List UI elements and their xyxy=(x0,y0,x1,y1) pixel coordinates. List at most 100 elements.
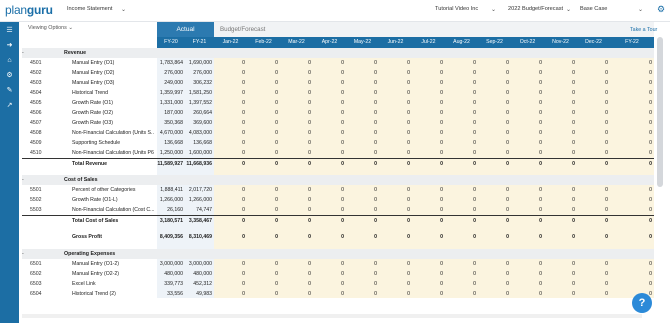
cell-value[interactable]: 0 xyxy=(214,279,245,289)
cell-value[interactable]: 0 xyxy=(214,269,245,279)
cell-value[interactable]: 0 xyxy=(511,195,542,205)
settings-gear-icon[interactable]: ⚙ xyxy=(657,4,667,14)
cell-value[interactable]: 0 xyxy=(247,98,278,108)
cell-value[interactable]: 0 xyxy=(313,159,344,169)
cell-value[interactable]: 0 xyxy=(313,128,344,138)
cell-value[interactable]: 0 xyxy=(214,98,245,108)
cell-value[interactable]: 0 xyxy=(280,232,311,242)
cell-value[interactable]: 0 xyxy=(247,289,278,298)
cell-value[interactable]: 0 xyxy=(445,159,476,169)
cell-value[interactable]: 0 xyxy=(346,269,377,279)
cell-value[interactable]: 0 xyxy=(610,205,652,215)
cell-value[interactable]: 0 xyxy=(214,118,245,128)
cell-value[interactable]: 0 xyxy=(511,108,542,118)
cell-value[interactable]: 0 xyxy=(313,138,344,148)
cell-value[interactable]: 0 xyxy=(379,259,410,269)
cell-value[interactable]: 0 xyxy=(214,128,245,138)
cell-value[interactable]: 0 xyxy=(346,68,377,78)
cell-value[interactable]: 0 xyxy=(412,289,443,298)
cell-value[interactable]: 0 xyxy=(610,159,652,169)
table-row[interactable]: 5502 Growth Rate (O1-L) 1,266,000 1,266,000… xyxy=(22,195,654,205)
table-row[interactable]: 5501 Percent of other Categories 1,888,411… xyxy=(22,185,654,195)
cell-value[interactable]: 0 xyxy=(478,205,509,215)
cell-value[interactable]: 0 xyxy=(346,118,377,128)
cell-value[interactable]: 0 xyxy=(346,279,377,289)
help-button[interactable]: ? xyxy=(632,293,652,313)
cell-value[interactable]: 0 xyxy=(478,98,509,108)
cell-value[interactable]: 0 xyxy=(313,279,344,289)
cell-value[interactable]: 0 xyxy=(544,195,575,205)
cell-value[interactable]: 0 xyxy=(445,289,476,298)
cell-value[interactable]: 0 xyxy=(280,289,311,298)
cell-value[interactable]: 0 xyxy=(214,232,245,242)
cell-value[interactable]: 0 xyxy=(313,259,344,269)
cell-value[interactable]: 0 xyxy=(610,118,652,128)
cell-value[interactable]: 0 xyxy=(610,195,652,205)
cell-value[interactable]: 0 xyxy=(610,185,652,195)
cell-value[interactable]: 0 xyxy=(577,118,608,128)
cell-value[interactable]: 0 xyxy=(577,289,608,298)
cell-value[interactable]: 0 xyxy=(610,279,652,289)
cell-value[interactable]: 0 xyxy=(346,159,377,169)
cell-value[interactable]: 0 xyxy=(313,205,344,215)
cell-value[interactable]: 0 xyxy=(247,216,278,226)
cell-value[interactable]: 0 xyxy=(280,138,311,148)
cell-value[interactable]: 0 xyxy=(379,58,410,68)
cell-value[interactable]: 0 xyxy=(346,289,377,298)
cell-value[interactable]: 0 xyxy=(478,289,509,298)
cell-value[interactable]: 0 xyxy=(247,148,278,158)
cell-value[interactable]: 0 xyxy=(478,195,509,205)
cell-value[interactable]: 0 xyxy=(445,195,476,205)
cell-value[interactable]: 0 xyxy=(379,148,410,158)
cell-value[interactable]: 0 xyxy=(346,88,377,98)
chevron-down-icon[interactable]: ⌄ xyxy=(566,6,571,13)
cell-value[interactable]: 0 xyxy=(445,269,476,279)
cell-value[interactable]: 0 xyxy=(379,289,410,298)
cell-value[interactable]: 0 xyxy=(577,88,608,98)
cell-value[interactable]: 0 xyxy=(247,279,278,289)
cell-value[interactable]: 0 xyxy=(379,269,410,279)
table-row[interactable]: 4501 Manual Entry (O1) 1,783,864 1,690,000 0… xyxy=(22,58,654,68)
table-row[interactable]: 4506 Growth Rate (O2) 187,000 260,664 0 0 0 0 0 0… xyxy=(22,108,654,118)
cell-value[interactable]: 0 xyxy=(313,232,344,242)
cell-value[interactable]: 0 xyxy=(610,269,652,279)
cell-value[interactable]: 0 xyxy=(412,118,443,128)
cell-value[interactable]: 0 xyxy=(511,128,542,138)
cell-value[interactable]: 0 xyxy=(280,205,311,215)
cell-value[interactable]: 0 xyxy=(379,88,410,98)
cell-value[interactable]: 0 xyxy=(544,232,575,242)
cell-value[interactable]: 0 xyxy=(280,269,311,279)
cell-value[interactable]: 0 xyxy=(511,98,542,108)
cell-value[interactable]: 0 xyxy=(544,205,575,215)
cell-value[interactable]: 0 xyxy=(577,259,608,269)
cell-value[interactable]: 0 xyxy=(478,269,509,279)
cell-value[interactable]: 0 xyxy=(346,78,377,88)
cell-value[interactable]: 0 xyxy=(346,128,377,138)
viewing-options[interactable]: Viewing Options ⌄ xyxy=(28,25,73,31)
cell-value[interactable]: 0 xyxy=(544,185,575,195)
cell-value[interactable]: 0 xyxy=(577,128,608,138)
cell-value[interactable]: 0 xyxy=(214,216,245,226)
cell-value[interactable]: 0 xyxy=(478,259,509,269)
cell-value[interactable]: 0 xyxy=(280,279,311,289)
cell-value[interactable]: 0 xyxy=(610,232,652,242)
cell-value[interactable]: 0 xyxy=(610,216,652,226)
cell-value[interactable]: 0 xyxy=(346,58,377,68)
statement-select[interactable]: Income Statement xyxy=(67,6,112,12)
cell-value[interactable]: 0 xyxy=(412,185,443,195)
cell-value[interactable]: 0 xyxy=(577,108,608,118)
cell-value[interactable]: 0 xyxy=(247,118,278,128)
cell-value[interactable]: 0 xyxy=(313,58,344,68)
cell-value[interactable]: 0 xyxy=(511,88,542,98)
login-icon[interactable]: ➜ xyxy=(4,40,15,51)
cell-value[interactable]: 0 xyxy=(280,259,311,269)
cell-value[interactable]: 0 xyxy=(379,108,410,118)
cell-value[interactable]: 0 xyxy=(478,68,509,78)
cell-value[interactable]: 0 xyxy=(544,128,575,138)
cell-value[interactable]: 0 xyxy=(544,269,575,279)
company-select[interactable]: Tutorial Video Inc xyxy=(435,6,478,12)
tab-budget-forecast[interactable]: Budget/Forecast xyxy=(214,22,654,37)
table-row[interactable]: 4507 Growth Rate (O3) 350,368 369,600 0 0 0 0 0 0… xyxy=(22,118,654,128)
chevron-down-icon[interactable]: ⌄ xyxy=(638,6,643,13)
cell-value[interactable]: 0 xyxy=(478,232,509,242)
